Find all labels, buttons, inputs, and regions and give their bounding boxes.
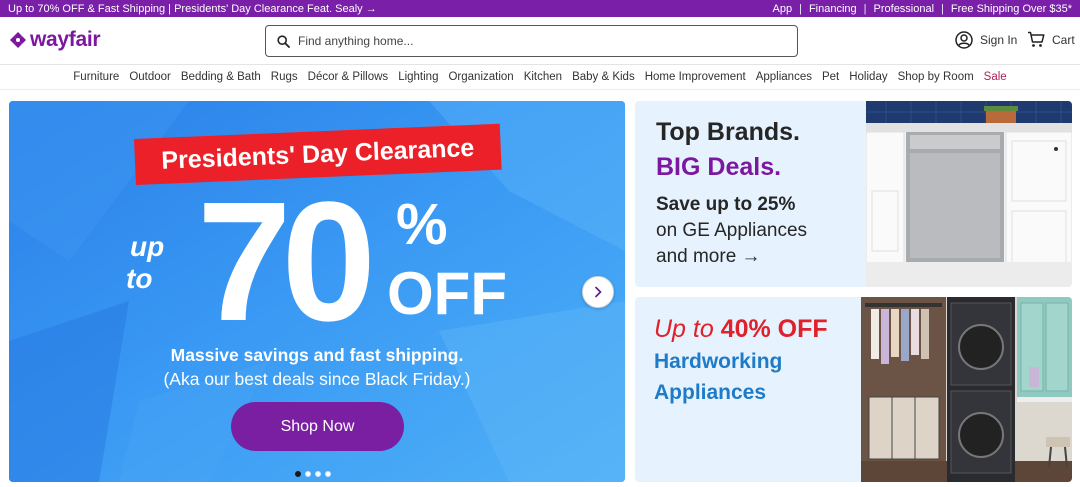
hero-up-text: up	[130, 231, 165, 262]
hero-up-to: up to	[126, 231, 165, 295]
nav-item-furniture[interactable]: Furniture	[73, 71, 119, 83]
carousel-next-button[interactable]	[582, 276, 614, 308]
card-offer-detail: on GE Appliances	[656, 220, 808, 241]
search-input[interactable]	[298, 34, 778, 48]
cart-label: Cart	[1052, 32, 1075, 47]
professional-link[interactable]: Professional	[874, 3, 935, 15]
nav-item-pet[interactable]: Pet	[822, 71, 839, 83]
hero-off-text: OFF	[387, 260, 507, 327]
nav-item-outdoor[interactable]: Outdoor	[129, 71, 171, 83]
account-icon	[955, 31, 973, 49]
sign-in-label: Sign In	[980, 33, 1018, 47]
free-shipping-link[interactable]: Free Shipping Over $35*	[951, 3, 1072, 15]
wayfair-logo[interactable]: wayfair	[9, 28, 101, 52]
appliances-card[interactable]: Up to 40% OFF Hardworking Appliances	[635, 297, 1072, 482]
nav-item-rugs[interactable]: Rugs	[271, 71, 298, 83]
separator: |	[941, 2, 944, 15]
nav-item-holiday[interactable]: Holiday	[849, 71, 887, 83]
nav-item-decor-pillows[interactable]: Décor & Pillows	[308, 71, 389, 83]
promo-utility-links: App | Financing | Professional | Free Sh…	[773, 3, 1072, 15]
chevron-right-icon	[595, 286, 602, 298]
card-title: Top Brands.	[656, 118, 800, 146]
separator: |	[863, 2, 867, 15]
card-offer: Save up to 25%	[656, 194, 796, 215]
category-nav: Furniture Outdoor Bedding & Bath Rugs Dé…	[0, 65, 1080, 90]
wayfair-logo-icon	[10, 32, 26, 48]
cart-icon	[1028, 31, 1045, 47]
site-header: wayfair Sign In Cart	[0, 17, 1080, 65]
carousel-dot[interactable]	[295, 471, 301, 477]
promo-link[interactable]: Up to 70% OFF & Fast Shipping | Presiden…	[8, 3, 377, 15]
card-headline-discount: 40% OFF	[720, 315, 828, 343]
app-link[interactable]: App	[773, 3, 793, 15]
card-title-line2: Appliances	[654, 381, 767, 404]
promo-bar: Up to 70% OFF & Fast Shipping | Presiden…	[0, 0, 1080, 17]
separator: |	[799, 2, 802, 15]
nav-item-baby-kids[interactable]: Baby & Kids	[572, 71, 635, 83]
cart-button[interactable]: Cart	[1027, 31, 1075, 48]
nav-item-home-improvement[interactable]: Home Improvement	[645, 71, 746, 83]
search-bar[interactable]	[265, 25, 798, 57]
card-subtitle: BIG Deals.	[656, 153, 782, 181]
hero-discount-amount: 70	[197, 167, 376, 357]
card-offer-link[interactable]: and more →	[656, 246, 761, 268]
carousel-dot[interactable]	[315, 471, 321, 477]
logo-text: wayfair	[30, 28, 101, 51]
financing-link[interactable]: Financing	[809, 3, 857, 15]
kitchen-dishwasher-image	[866, 101, 1072, 287]
card-headline-prefix: Up to	[654, 315, 721, 343]
sign-in-button[interactable]: Sign In	[955, 31, 1017, 49]
nav-item-shop-by-room[interactable]: Shop by Room	[898, 71, 974, 83]
nav-item-bedding-bath[interactable]: Bedding & Bath	[181, 71, 261, 83]
hero-banner[interactable]: Presidents' Day Clearance up to 70 % OFF…	[9, 101, 625, 482]
hero-percent-sign: %	[396, 192, 448, 257]
nav-item-sale[interactable]: Sale	[984, 71, 1007, 83]
shop-now-button[interactable]: Shop Now	[231, 402, 404, 451]
carousel-dot[interactable]	[325, 471, 331, 477]
hero-subheadline: (Aka our best deals since Black Friday.)	[163, 369, 471, 389]
hero-headline: Massive savings and fast shipping.	[170, 345, 464, 365]
card-title: Hardworking	[654, 350, 783, 373]
search-icon	[277, 34, 290, 48]
carousel-dot[interactable]	[305, 471, 311, 477]
nav-item-appliances[interactable]: Appliances	[756, 71, 812, 83]
nav-item-kitchen[interactable]: Kitchen	[524, 71, 562, 83]
laundry-room-image	[861, 297, 1072, 482]
nav-item-organization[interactable]: Organization	[448, 71, 513, 83]
card-headline: Up to 40% OFF	[654, 315, 828, 344]
top-brands-card[interactable]: Top Brands. BIG Deals. Save up to 25% on…	[635, 101, 1072, 287]
carousel-dots	[295, 471, 335, 477]
hero-to-text: to	[126, 263, 153, 295]
nav-item-lighting[interactable]: Lighting	[398, 71, 438, 83]
